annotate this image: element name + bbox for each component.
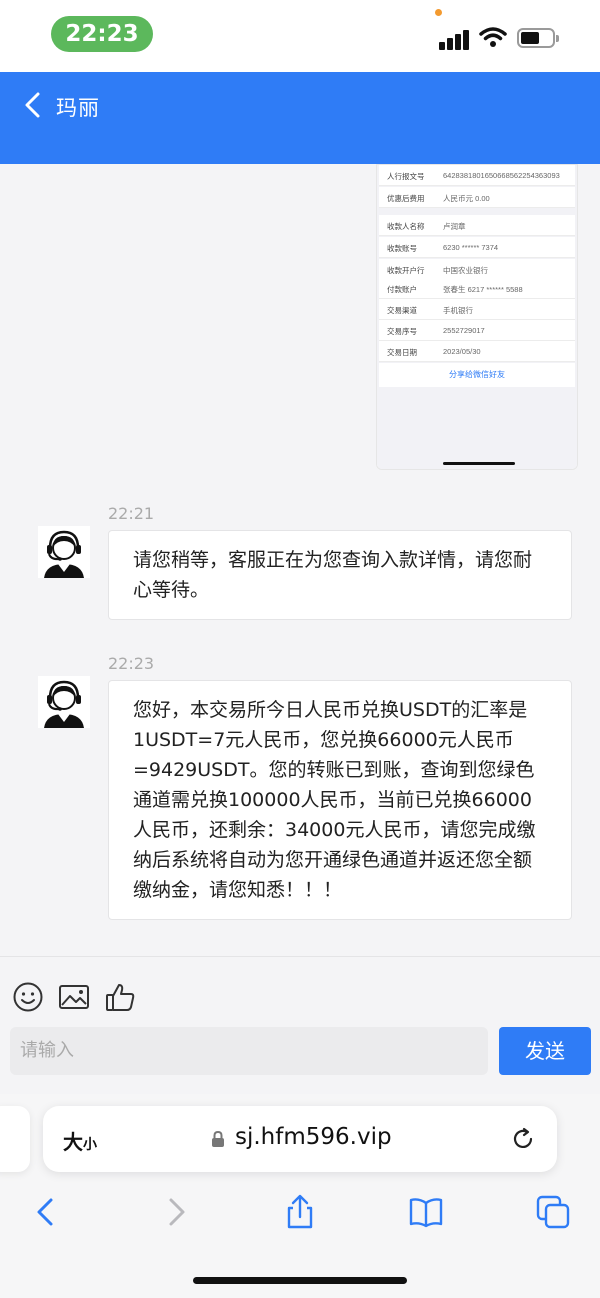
chat-header: 玛丽 [0,72,600,164]
wifi-icon [479,27,507,47]
bookmarks-icon[interactable] [408,1194,444,1230]
thumbs-up-icon[interactable] [104,981,136,1013]
chat-title: 玛丽 [56,97,100,120]
image-icon[interactable] [58,981,90,1013]
receipt-row: 优惠后费用 人民币元 0.00 [379,187,575,208]
receipt-row-label: 人行报文号 [387,172,425,181]
message-bubble: 您好，本交易所今日人民币兑换USDT的汇率是1USDT=7元人民币，您兑换660… [108,680,572,920]
receipt-row-label: 收款账号 [387,244,417,253]
chat-area[interactable]: 人行报文号 6428381801650668562254363093 优惠后费用… [0,164,600,956]
url-text: sj.hfm596.vip [235,1124,392,1150]
receipt-row-label: 收款人名称 [387,222,425,231]
receipt-row-value: 卢润章 [443,222,466,231]
agent-avatar-icon [38,526,90,578]
receipt-row-value: 2552729017 [443,326,485,335]
receipt-row-label: 交易序号 [387,327,417,336]
page-settings-button[interactable]: 大小 [63,1126,97,1155]
message-bubble: 请您稍等，客服正在为您查询入款详情，请您耐心等待。 [108,530,572,620]
receipt-row-value: 中国农业银行 [443,266,488,275]
receipt-row: 交易序号 2552729017 [379,320,575,341]
send-button[interactable]: 发送 [499,1027,591,1075]
receipt-home-indicator [443,462,515,465]
lock-icon [212,1130,224,1147]
receipt-row: 付款账户 张春生 6217 ****** 5588 [379,278,575,299]
receipt-row-label: 付款账户 [387,285,417,294]
previous-tab-card[interactable] [0,1106,30,1172]
page-settings-label-big: 大 [63,1130,83,1154]
message-input[interactable]: 请输入 [10,1027,488,1075]
receipt-image-message[interactable]: 人行报文号 6428381801650668562254363093 优惠后费用… [376,164,578,470]
tabs-icon[interactable] [535,1194,571,1230]
receipt-row-value: 6428381801650668562254363093 [443,171,560,180]
composer-toolbar: 请输入 发送 [0,956,600,1094]
cellular-signal-icon [439,26,471,50]
receipt-row-label: 收款开户行 [387,266,425,275]
receipt-row-label: 交易日期 [387,348,417,357]
share-icon[interactable] [282,1194,318,1230]
agent-avatar-icon [38,676,90,728]
receipt-row-label: 交易渠道 [387,306,417,315]
receipt-row-value: 手机银行 [443,306,473,315]
receipt-share-link: 分享给微信好友 [379,363,575,387]
back-icon[interactable] [20,90,46,120]
reload-icon[interactable] [510,1126,536,1152]
receipt-row-value: 人民币元 0.00 [443,194,490,203]
back-nav-icon[interactable] [28,1194,64,1230]
receipt-row-value: 6230 ****** 7374 [443,243,499,252]
receipt-row-value: 2023/05/30 [443,347,481,356]
receipt-row: 收款人名称 卢润章 [379,215,575,236]
receipt-row: 收款账号 6230 ****** 7374 [379,237,575,258]
home-indicator [193,1277,407,1284]
status-bar: 22:23 [0,0,600,72]
page-settings-label-small: 小 [83,1137,97,1153]
receipt-row: 交易日期 2023/05/30 [379,341,575,362]
message-timestamp: 22:21 [108,504,155,523]
receipt-row: 交易渠道 手机银行 [379,299,575,320]
forward-nav-icon[interactable] [158,1194,194,1230]
status-time: 22:23 [51,16,153,52]
emoji-icon[interactable] [12,981,44,1013]
address-bar[interactable]: 大小 sj.hfm596.vip [43,1106,557,1172]
receipt-screenshot: 人行报文号 6428381801650668562254363093 优惠后费用… [377,165,577,469]
message-timestamp: 22:23 [108,654,155,673]
privacy-indicator-dot [435,9,442,16]
receipt-row: 人行报文号 6428381801650668562254363093 [379,165,575,186]
receipt-row: 收款开户行 中国农业银行 [379,259,575,280]
receipt-row-value: 张春生 6217 ****** 5588 [443,285,523,294]
battery-icon [517,28,559,48]
receipt-row-label: 优惠后费用 [387,194,425,203]
browser-bottom-bar: 大小 sj.hfm596.vip [0,1094,600,1298]
